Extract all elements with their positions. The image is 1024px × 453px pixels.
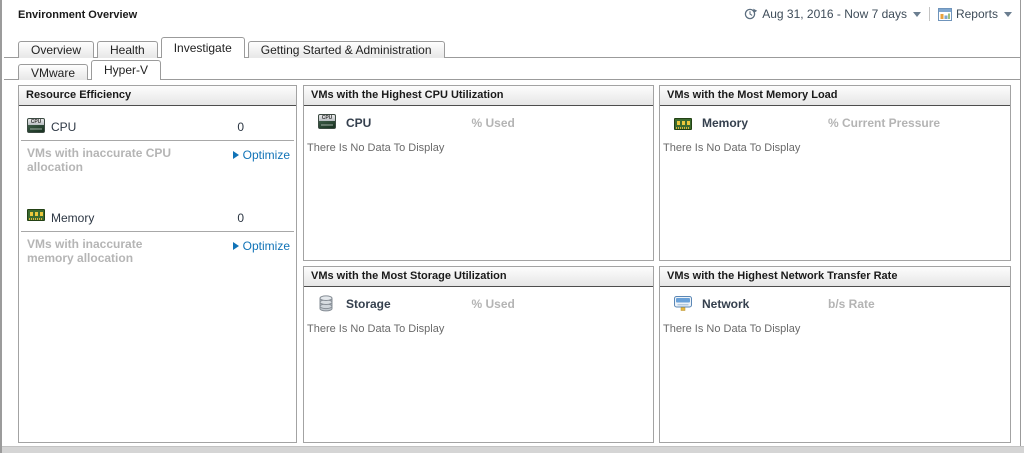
reports-menu[interactable]: Reports <box>956 7 998 21</box>
storage-cylinder-icon <box>318 295 334 312</box>
highest-network-transfer-panel: VMs with the Highest Network Transfer Ra… <box>659 266 1011 443</box>
optimize-memory-link[interactable]: Optimize <box>233 239 290 253</box>
highest-cpu-utilization-panel: VMs with the Highest CPU Utilization CPU… <box>303 85 654 261</box>
resource-cpu-label: CPU <box>51 120 76 134</box>
inaccurate-memory-allocation-label: VMs with inaccurate memory allocation <box>27 237 192 265</box>
no-data-message: There Is No Data To Display <box>663 323 1010 335</box>
tab-health[interactable]: Health <box>97 41 158 58</box>
page-title: Environment Overview <box>18 9 137 21</box>
time-range-selector[interactable]: Aug 31, 2016 - Now 7 days <box>762 7 907 21</box>
resource-efficiency-panel: Resource Efficiency CPU CPU 0 VMs with i… <box>18 85 297 443</box>
main-tabs: Overview Health Investigate Getting Star… <box>18 37 448 58</box>
panel-title: VMs with the Most Memory Load <box>660 86 1010 106</box>
metric-name-label: Network <box>702 297 749 311</box>
resource-cpu-value: 0 <box>237 120 244 134</box>
time-range-icon <box>744 7 758 21</box>
optimize-cpu-link[interactable]: Optimize <box>233 148 290 162</box>
reports-icon <box>938 8 952 21</box>
metric-unit-label: % Current Pressure <box>828 116 940 130</box>
tab-hyper-v[interactable]: Hyper-V <box>91 60 161 80</box>
metric-name-label: Memory <box>702 116 748 130</box>
panel-title: VMs with the Highest Network Transfer Ra… <box>660 267 1010 287</box>
reports-chevron-down-icon[interactable] <box>1004 12 1012 17</box>
memory-module-icon <box>27 209 45 221</box>
no-data-message: There Is No Data To Display <box>663 142 1010 154</box>
panel-title: VMs with the Most Storage Utilization <box>304 267 653 287</box>
toolbar-separator <box>929 7 930 21</box>
play-triangle-icon <box>233 242 239 250</box>
environment-overview-page: Environment Overview Aug 31, 2016 - Now … <box>0 0 1024 453</box>
memory-module-icon <box>674 118 692 130</box>
metric-unit-label: % Used <box>472 116 515 130</box>
most-memory-load-panel: VMs with the Most Memory Load Memory % C… <box>659 85 1011 261</box>
tab-getting-started-administration[interactable]: Getting Started & Administration <box>248 41 445 58</box>
cpu-chip-icon: CPU <box>27 118 45 133</box>
metric-unit-label: b/s Rate <box>828 297 875 311</box>
tab-vmware[interactable]: VMware <box>18 64 88 80</box>
time-range-chevron-down-icon[interactable] <box>913 12 921 17</box>
toolbar: Aug 31, 2016 - Now 7 days Reports <box>744 7 1012 21</box>
tab-investigate[interactable]: Investigate <box>161 37 245 58</box>
network-device-icon <box>674 296 692 311</box>
frame-right-border <box>1020 0 1021 446</box>
play-triangle-icon <box>233 151 239 159</box>
metric-unit-label: % Used <box>472 297 515 311</box>
panel-title: VMs with the Highest CPU Utilization <box>304 86 653 106</box>
cpu-chip-icon: CPU <box>318 114 336 129</box>
no-data-message: There Is No Data To Display <box>307 142 653 154</box>
frame-bottom-border <box>2 446 1024 453</box>
most-storage-utilization-panel: VMs with the Most Storage Utilization St… <box>303 266 654 443</box>
no-data-message: There Is No Data To Display <box>307 323 653 335</box>
resource-memory-value: 0 <box>237 211 244 225</box>
sub-tabs: VMware Hyper-V <box>18 60 164 80</box>
inaccurate-cpu-allocation-label: VMs with inaccurate CPU allocation <box>27 146 192 174</box>
tab-overview[interactable]: Overview <box>18 41 94 58</box>
resource-memory-label: Memory <box>51 211 94 225</box>
metric-name-label: CPU <box>346 116 371 130</box>
metric-name-label: Storage <box>346 297 391 311</box>
panel-title: Resource Efficiency <box>19 86 296 106</box>
